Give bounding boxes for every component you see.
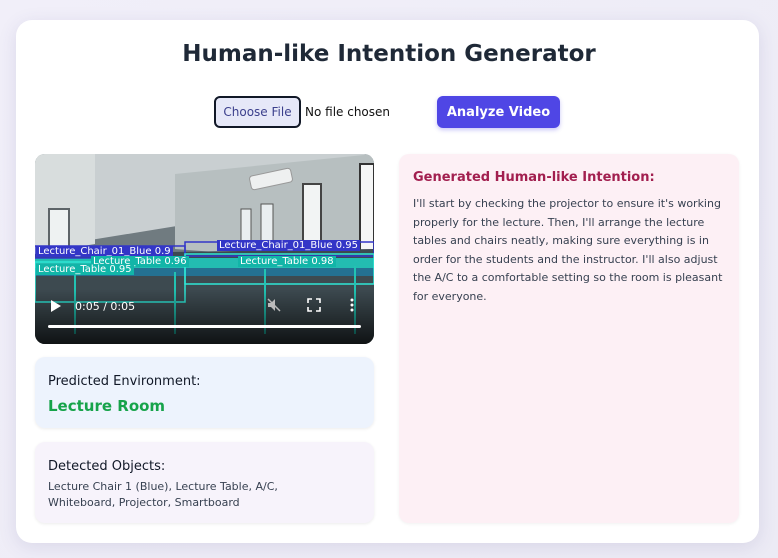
video-controls xyxy=(35,289,374,344)
intention-title: Generated Human-like Intention: xyxy=(413,170,655,185)
choose-file-button[interactable]: Choose File xyxy=(214,96,301,128)
detection-label: Lecture_Chair_01_Blue 0.95 xyxy=(217,240,360,251)
page-title: Human-like Intention Generator xyxy=(182,41,596,67)
detection-label: Lecture_Table 0.98 xyxy=(238,256,336,267)
environment-card: Predicted Environment: Lecture Room xyxy=(35,357,374,428)
intention-card: Generated Human-like Intention: I'll sta… xyxy=(399,154,739,523)
environment-value: Lecture Room xyxy=(48,397,166,415)
analyze-video-button[interactable]: Analyze Video xyxy=(437,96,560,128)
environment-label: Predicted Environment: xyxy=(48,374,201,389)
video-progress-bar[interactable] xyxy=(48,325,361,328)
detected-objects-value: Lecture Chair 1 (Blue), Lecture Table, A… xyxy=(48,480,278,509)
file-status-text: No file chosen xyxy=(305,105,391,119)
detected-objects-card: Detected Objects: Lecture Chair 1 (Blue)… xyxy=(35,442,374,523)
detected-objects-label: Detected Objects: xyxy=(48,459,166,474)
video-player[interactable]: Lecture_Chair_01_Blue 0.9 Lecture_Chair_… xyxy=(35,154,374,344)
detection-label: Lecture_Table 0.95 xyxy=(36,264,134,275)
intention-text: I'll start by checking the projector to … xyxy=(413,197,723,303)
video-time: 0:05 / 0:05 xyxy=(75,300,136,313)
